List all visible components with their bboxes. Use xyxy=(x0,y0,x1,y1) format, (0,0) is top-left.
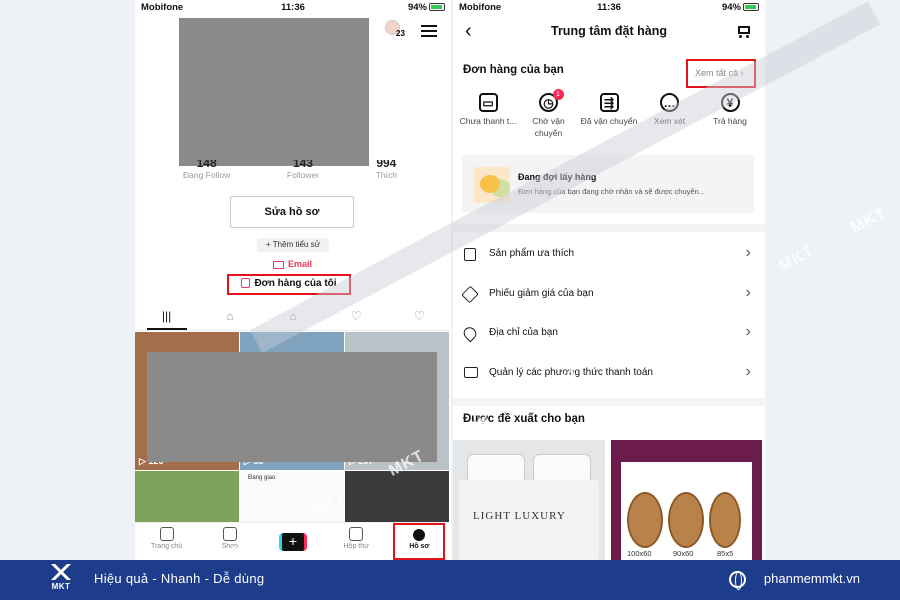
order-status-unpaid[interactable]: ▭ Chưa thanh t... xyxy=(459,93,517,139)
stat-likes: 994 Thích xyxy=(375,160,397,180)
mountain-logo-icon xyxy=(46,564,76,580)
menu-favorite-products[interactable]: Sản phẩm ưa thích › xyxy=(453,236,765,274)
website-link[interactable]: phanmemmkt.vn xyxy=(764,571,860,586)
product-image-baskets: 100x60 90x60 85x5 xyxy=(621,462,752,560)
globe-icon xyxy=(729,571,746,590)
tab-liked-hidden[interactable]: ♡ xyxy=(336,305,376,330)
product-brand-text: LIGHT LUXURY xyxy=(473,510,566,522)
card-icon xyxy=(464,367,478,378)
nav-home[interactable]: Trang chủ xyxy=(141,523,193,560)
tab-locked[interactable]: ⌂ xyxy=(273,305,313,330)
chevron-right-icon: › xyxy=(745,363,751,380)
shop-bag-icon xyxy=(222,527,237,541)
battery-indicator: 94% xyxy=(722,2,759,13)
order-center-screen: Mobifone 11:36 94% ‹ Trung tâm đặt hàng … xyxy=(453,0,765,560)
clock-label: 11:36 xyxy=(597,2,621,13)
wallet-icon: ▭ xyxy=(478,93,498,112)
truck-icon: ⇶ xyxy=(599,93,619,112)
location-icon xyxy=(461,324,479,343)
thumbnail-caption: Đang giao xyxy=(248,475,276,481)
status-bar: Mobifone 11:36 94% xyxy=(135,0,451,16)
tab-videos[interactable]: ||| xyxy=(146,305,187,330)
battery-indicator: 94% xyxy=(408,2,445,13)
yen-icon: ¥ xyxy=(720,93,740,112)
menu-addresses[interactable]: Địa chỉ của bạn › xyxy=(453,315,765,353)
plus-icon: + xyxy=(278,533,307,551)
product-thumbnail xyxy=(474,167,510,203)
screenshot-stage: Mobifone 11:36 94% 23 148 Đang Follow 143… xyxy=(0,0,900,561)
envelope-icon xyxy=(273,260,284,269)
size-label: 90x60 xyxy=(673,549,694,558)
order-status-row: ▭ Chưa thanh t... ◷ 1 Chờ vận chuyển ⇶ Đã vậ… xyxy=(459,89,759,139)
profile-screen: Mobifone 11:36 94% 23 148 Đang Follow 143… xyxy=(135,0,451,560)
avatar[interactable]: 23 xyxy=(385,20,409,42)
nav-shop[interactable]: Shop xyxy=(204,523,256,560)
stat-followers[interactable]: 143 Follower xyxy=(287,160,319,180)
order-status-review[interactable]: … Xem xét xyxy=(641,93,699,139)
footer-slogan: Hiệu quả - Nhanh - Dễ dùng xyxy=(94,571,265,586)
order-status-awaiting-shipment[interactable]: ◷ 1 Chờ vận chuyển xyxy=(520,89,578,139)
brand-footer: MKT Hiệu quả - Nhanh - Dễ dùng phanmemmk… xyxy=(0,560,900,600)
blurred-profile-area xyxy=(179,18,369,166)
watermark-text: MKT xyxy=(847,204,890,237)
nav-profile[interactable]: Hồ sơ xyxy=(393,523,446,560)
chevron-right-icon: › xyxy=(745,284,751,301)
menu-coupons[interactable]: Phiếu giảm giá của bạn › xyxy=(453,276,765,314)
chevron-right-icon: › xyxy=(745,323,751,340)
recommended-title: Được đề xuất cho bạn xyxy=(463,413,585,425)
order-status-shipped[interactable]: ⇶ Đã vận chuyển xyxy=(580,93,638,139)
basket-shape xyxy=(627,492,663,548)
battery-icon xyxy=(429,3,445,12)
clock-label: 11:36 xyxy=(281,2,305,13)
section-divider xyxy=(453,224,765,232)
notification-badge: 1 xyxy=(552,89,564,100)
pending-description: Đơn hàng của bạn đang chờ nhận và sẽ đượ… xyxy=(518,187,705,196)
pending-title: Đang đợi lấy hàng xyxy=(518,172,597,182)
battery-icon xyxy=(743,3,759,12)
cart-icon[interactable] xyxy=(735,24,751,38)
profile-stats: 148 Đang Follow 143 Follower 994 Thích xyxy=(183,160,397,180)
person-icon xyxy=(413,529,426,541)
chevron-right-icon: › xyxy=(745,244,751,261)
menu-payment-methods[interactable]: Quản lý các phương thức thanh toán › xyxy=(453,355,765,393)
see-all-link[interactable]: Xem tất cả › xyxy=(686,59,756,88)
video-grid: ▷ 126 ▷ 83 ▷ 207 Đang giao xyxy=(135,332,451,531)
coupon-icon xyxy=(461,285,479,304)
page-header: ‹ Trung tâm đặt hàng xyxy=(453,16,765,48)
stat-following[interactable]: 148 Đang Follow xyxy=(183,160,230,180)
page-title: Trung tâm đặt hàng xyxy=(551,24,667,38)
tab-private[interactable]: ⌂ xyxy=(210,305,250,330)
email-link[interactable]: Email xyxy=(273,259,312,269)
nav-inbox[interactable]: Hộp thư xyxy=(330,523,382,560)
order-status-returns[interactable]: ¥ Trả hàng xyxy=(701,93,759,139)
pending-pickup-card[interactable]: Đang đợi lấy hàng Đơn hàng của bạn đang … xyxy=(462,155,754,213)
add-bio-button[interactable]: + Thêm tiểu sử xyxy=(257,238,329,252)
section-divider xyxy=(453,398,765,406)
menu-icon[interactable] xyxy=(421,25,437,37)
mkt-logo: MKT xyxy=(40,562,82,598)
recommended-product[interactable]: 100x60 90x60 85x5 xyxy=(611,440,762,560)
status-bar: Mobifone 11:36 94% xyxy=(453,0,765,16)
bottom-navigation: Trang chủ Shop + Hộp thư Hồ sơ xyxy=(135,522,451,560)
tab-liked[interactable]: ♡ xyxy=(399,305,439,330)
size-label: 100x60 xyxy=(627,549,652,558)
edit-profile-button[interactable]: Sửa hồ sơ xyxy=(230,196,354,228)
recommended-product[interactable]: LIGHT LUXURY xyxy=(453,440,605,560)
home-icon xyxy=(159,527,174,541)
basket-shape xyxy=(668,492,704,548)
avatar-count: 23 xyxy=(396,29,405,38)
shopping-bag-icon xyxy=(241,278,251,289)
basket-shape xyxy=(709,492,741,548)
review-icon: … xyxy=(660,93,679,112)
orders-section-title: Đơn hàng của bạn xyxy=(463,64,564,76)
blurred-video-area xyxy=(147,352,437,462)
inbox-icon xyxy=(349,527,364,541)
bookmark-icon xyxy=(464,248,476,261)
size-label: 85x5 xyxy=(717,549,734,558)
profile-tabs: ||| ⌂ ⌂ ♡ ♡ xyxy=(135,305,451,331)
my-orders-link[interactable]: Đơn hàng của tôi xyxy=(227,274,351,295)
watermark-text: MKT xyxy=(775,242,818,275)
nav-create[interactable]: + xyxy=(267,523,319,560)
